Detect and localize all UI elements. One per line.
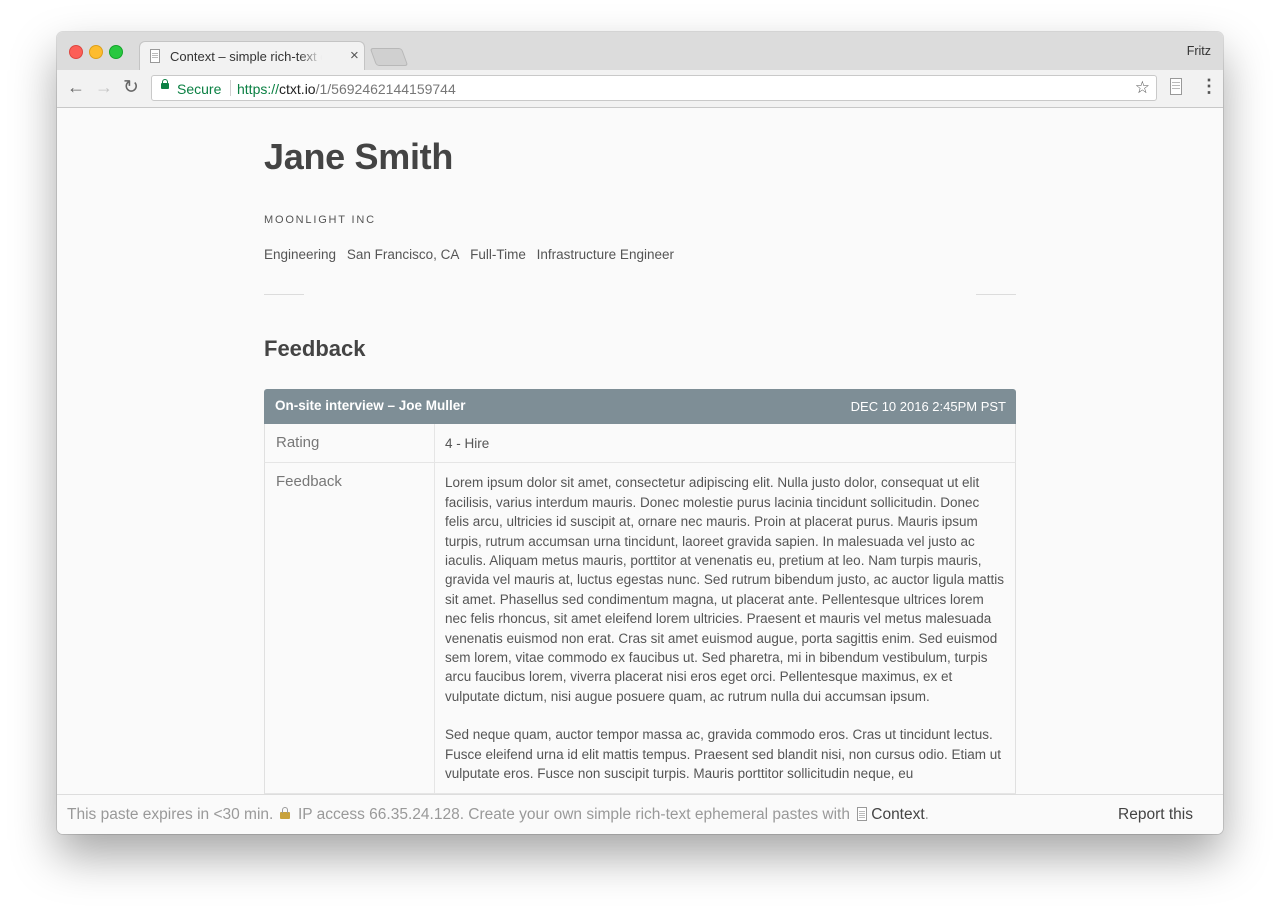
url-text[interactable]: https://ctxt.io/1/5692462144159744 xyxy=(237,81,456,97)
bookmark-star-icon[interactable]: ☆ xyxy=(1135,78,1150,98)
feedback-text: Lorem ipsum dolor sit amet, consectetur … xyxy=(434,463,1015,793)
tab-context[interactable]: Context – simple rich-text ephemeral pas… xyxy=(139,41,365,71)
tab-strip: Context – simple rich-text ephemeral pas… xyxy=(57,32,1223,71)
feedback-paragraph: Sed neque quam, auctor tempor massa ac, … xyxy=(445,727,1002,782)
page-content: Jane Smith MOONLIGHT INC Engineering San… xyxy=(57,108,1223,794)
lock-icon xyxy=(161,79,169,89)
profile-name[interactable]: Fritz xyxy=(1187,44,1211,58)
footer-text: This paste expires in <30 min. IP access… xyxy=(67,806,929,824)
back-arrow-icon[interactable]: ← xyxy=(67,77,85,98)
feedback-card: On-site interview – Joe Muller DEC 10 20… xyxy=(264,389,1016,794)
url-path: /1/5692462144159744 xyxy=(315,81,456,97)
tab-close-icon[interactable]: × xyxy=(350,47,359,64)
candidate-tags: Engineering San Francisco, CA Full-Time … xyxy=(264,247,681,262)
divider-right xyxy=(976,294,1016,295)
browser-toolbar: ← → ↻ Secure https://ctxt.io/1/569246214… xyxy=(57,70,1223,108)
footer-period: . xyxy=(924,806,929,823)
kebab-menu-icon[interactable]: ⋮ xyxy=(1200,76,1218,97)
secure-label: Secure xyxy=(177,81,222,97)
rating-value: 4 - Hire xyxy=(434,424,1015,463)
lock-icon xyxy=(279,807,290,819)
candidate-name: Jane Smith xyxy=(264,136,454,177)
divider-left xyxy=(264,294,304,295)
feedback-heading: Feedback xyxy=(264,336,366,361)
document-icon xyxy=(857,807,868,821)
url-host: ctxt.io xyxy=(279,81,316,97)
minimize-window-button[interactable] xyxy=(89,45,103,59)
context-brand-link[interactable]: Context xyxy=(871,806,924,823)
rating-row: Rating 4 - Hire xyxy=(264,424,1016,464)
reload-icon[interactable]: ↻ xyxy=(123,76,139,99)
interview-title: On-site interview – Joe Muller xyxy=(275,398,466,413)
browser-window: Context – simple rich-text ephemeral pas… xyxy=(57,32,1223,834)
tag-employment-type: Full-Time xyxy=(470,247,526,262)
company-name: MOONLIGHT INC xyxy=(264,214,376,226)
forward-arrow-icon[interactable]: → xyxy=(95,77,113,98)
tag-department: Engineering xyxy=(264,247,337,262)
tag-location: San Francisco, CA xyxy=(346,247,460,262)
interview-date: DEC 10 2016 2:45PM PST xyxy=(850,399,1006,414)
tag-role: Infrastructure Engineer xyxy=(536,247,674,262)
address-separator xyxy=(230,80,231,96)
feedback-label: Feedback xyxy=(276,473,342,491)
tab-title: Context – simple rich-text ephemeral pas… xyxy=(170,49,322,64)
zoom-window-button[interactable] xyxy=(109,45,123,59)
extension-document-icon[interactable] xyxy=(1170,78,1182,95)
feedback-row: Feedback Lorem ipsum dolor sit amet, con… xyxy=(264,463,1016,794)
ip-notice: IP access 66.35.24.128. Create your own … xyxy=(297,806,850,823)
expiry-notice: This paste expires in <30 min. xyxy=(67,806,274,823)
report-link[interactable]: Report this xyxy=(1118,806,1193,824)
document-icon xyxy=(150,49,160,63)
address-bar[interactable]: Secure https://ctxt.io/1/569246214415974… xyxy=(151,75,1157,101)
feedback-paragraph: Lorem ipsum dolor sit amet, consectetur … xyxy=(445,475,1005,704)
close-window-button[interactable] xyxy=(69,45,83,59)
feedback-card-header: On-site interview – Joe Muller DEC 10 20… xyxy=(264,389,1016,424)
new-tab-button[interactable] xyxy=(369,48,409,66)
url-scheme: https:// xyxy=(237,81,280,97)
expiry-footer: This paste expires in <30 min. IP access… xyxy=(57,794,1223,834)
rating-label: Rating xyxy=(276,434,320,451)
